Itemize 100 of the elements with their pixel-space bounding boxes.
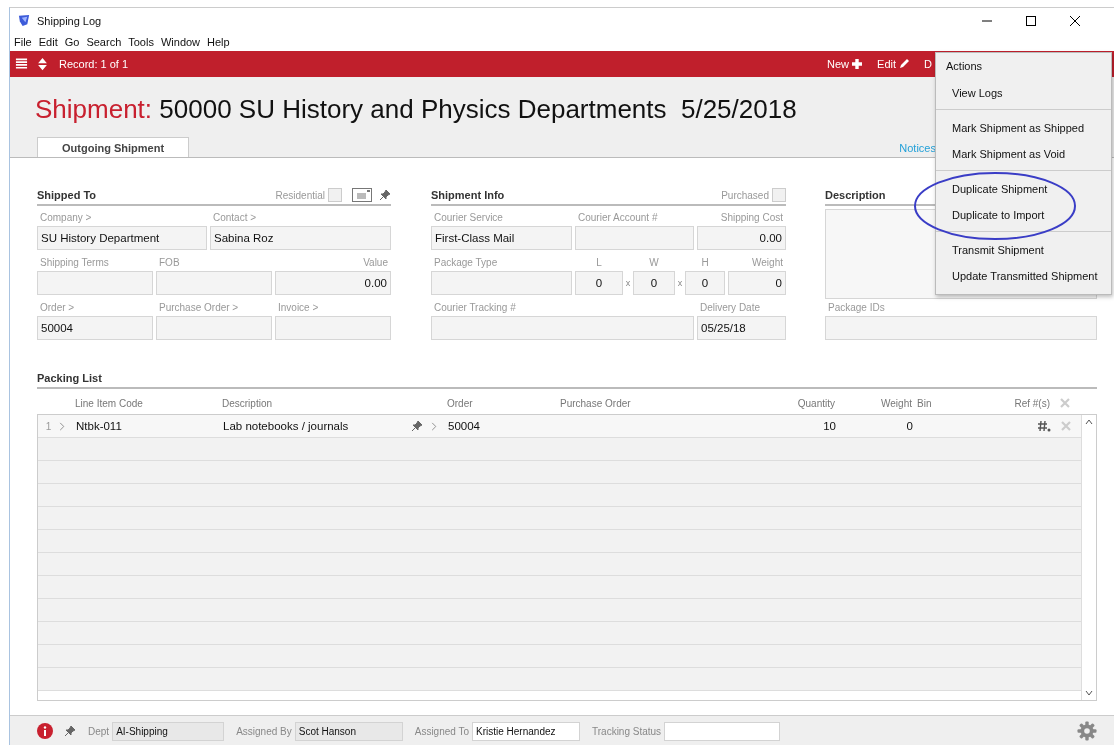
column-header: Weight (880, 397, 912, 409)
text-field[interactable]: 0 (685, 271, 725, 295)
menu-item[interactable]: Mark Shipment as Void (936, 141, 1111, 167)
status-field[interactable]: AI-Shipping (112, 721, 225, 741)
text-field[interactable]: 05/25/18 (697, 316, 786, 340)
column-header: Ref #(s) (1013, 397, 1050, 409)
field-label: H (700, 256, 710, 270)
text-field[interactable] (431, 271, 572, 295)
field-label: Invoice > (277, 301, 320, 315)
field-label: Delivery Date (699, 301, 762, 315)
menu-item[interactable]: Window (160, 36, 201, 48)
field-label: W (648, 256, 660, 270)
menu-item[interactable]: Update Transmitted Shipment (936, 263, 1111, 289)
status-label: Assigned To (414, 725, 469, 737)
menu-item[interactable]: Transmit Shipment (936, 237, 1111, 263)
field-label: Package IDs (827, 301, 886, 315)
field-label: Company > (39, 211, 93, 225)
text-field[interactable]: First-Class Mail (431, 226, 572, 250)
purchased-checkbox[interactable] (772, 188, 786, 202)
chevron-icon[interactable] (431, 421, 437, 431)
scroll-down-icon[interactable] (1085, 690, 1093, 696)
up-down-arrows-icon[interactable] (36, 57, 49, 71)
toolbar-button[interactable]: D (918, 58, 932, 70)
menu-item[interactable]: Help (207, 36, 230, 48)
pin-icon[interactable] (379, 189, 391, 201)
table-cell-text: 10 (822, 420, 836, 432)
column-header: Line Item Code (75, 397, 144, 409)
section-title: Packing List (37, 372, 102, 384)
settings-icon[interactable] (1077, 721, 1097, 741)
field-label: Courier Tracking # (433, 301, 517, 315)
text-field[interactable]: 50004 (37, 316, 153, 340)
text-field[interactable]: 0.00 (697, 226, 786, 250)
menu-item[interactable]: Tools (128, 36, 154, 48)
window-title: Shipping Log (37, 14, 102, 27)
status-field[interactable] (664, 721, 781, 741)
status-label: Dept (88, 725, 110, 737)
text-field[interactable]: 0 (575, 271, 623, 295)
close-icon[interactable] (1070, 15, 1080, 26)
text-field[interactable] (275, 316, 391, 340)
field-label: Order > (39, 301, 76, 315)
hash-icon[interactable] (1037, 420, 1051, 432)
checkbox-label: Residential (275, 189, 325, 201)
section-title: Description (825, 189, 886, 201)
text-field[interactable] (37, 271, 153, 295)
field-label: Package Type (433, 256, 499, 270)
text-field[interactable] (156, 271, 272, 295)
delete-icon[interactable] (1061, 421, 1071, 431)
app-logo-icon (18, 14, 31, 27)
scroll-up-icon[interactable] (1085, 419, 1093, 425)
menu-item[interactable]: Mark Shipment as Shipped (936, 115, 1111, 141)
menu-item[interactable]: Duplicate Shipment (936, 176, 1111, 202)
residential-checkbox[interactable] (328, 188, 342, 202)
maximize-icon[interactable] (1026, 15, 1036, 26)
menu-item[interactable]: View Logs (936, 80, 1111, 106)
text-field[interactable]: 0 (728, 271, 786, 295)
column-header: Bin (916, 397, 933, 409)
text-field[interactable]: 0 (633, 271, 675, 295)
pencil-icon (898, 58, 911, 70)
field-label: Value (362, 256, 389, 270)
table-cell-text: Ntbk-011 (76, 420, 123, 432)
field-label: Contact > (212, 211, 258, 225)
status-field[interactable]: Kristie Hernandez (472, 721, 580, 741)
text-field[interactable] (575, 226, 694, 250)
note-icon[interactable] (352, 188, 372, 202)
record-title: Shipment: 50000 SU History and Physics Departments 5/25/2018 (35, 93, 797, 125)
chevron-icon[interactable] (59, 421, 65, 431)
status-field[interactable]: Scot Hanson (294, 721, 403, 741)
menu-item[interactable]: Search (86, 36, 122, 48)
field-label: L (595, 256, 603, 270)
menu-title: Actions (945, 59, 984, 74)
status-label: Tracking Status (592, 725, 662, 737)
tab[interactable]: Outgoing Shipment (37, 137, 190, 157)
text-field[interactable]: 0.00 (275, 271, 391, 295)
pin-icon[interactable] (411, 420, 423, 432)
plus-icon (851, 58, 864, 70)
text-field[interactable]: Sabina Roz (210, 226, 391, 250)
field-label: Weight (751, 256, 784, 270)
menu-item[interactable]: Edit (38, 36, 58, 48)
times-sign: x (624, 277, 632, 290)
field-label: Shipping Cost (719, 211, 784, 225)
scrollbar[interactable] (1081, 415, 1096, 700)
menu-item[interactable]: Duplicate to Import (936, 202, 1111, 228)
info-icon[interactable] (37, 723, 53, 739)
checkbox-label: Purchased (721, 189, 769, 201)
text-field[interactable] (156, 316, 272, 340)
pin-icon[interactable] (64, 725, 76, 737)
row-number: 1 (44, 420, 53, 432)
field-label: Courier Service (433, 211, 504, 225)
column-header: Quantity (796, 397, 835, 409)
toolbar-button[interactable]: New (821, 58, 870, 70)
table-cell-text: Lab notebooks / journals (223, 420, 350, 432)
menu-icon[interactable] (15, 57, 28, 71)
text-field[interactable] (431, 316, 694, 340)
menu-item[interactable]: Go (64, 36, 80, 48)
delete-icon[interactable] (1060, 398, 1070, 408)
toolbar-button[interactable]: Edit (871, 58, 917, 70)
text-field[interactable] (825, 316, 1097, 340)
text-field[interactable]: SU History Department (37, 226, 207, 250)
menu-item[interactable]: File (14, 36, 32, 48)
column-header: Purchase Order (560, 397, 632, 409)
